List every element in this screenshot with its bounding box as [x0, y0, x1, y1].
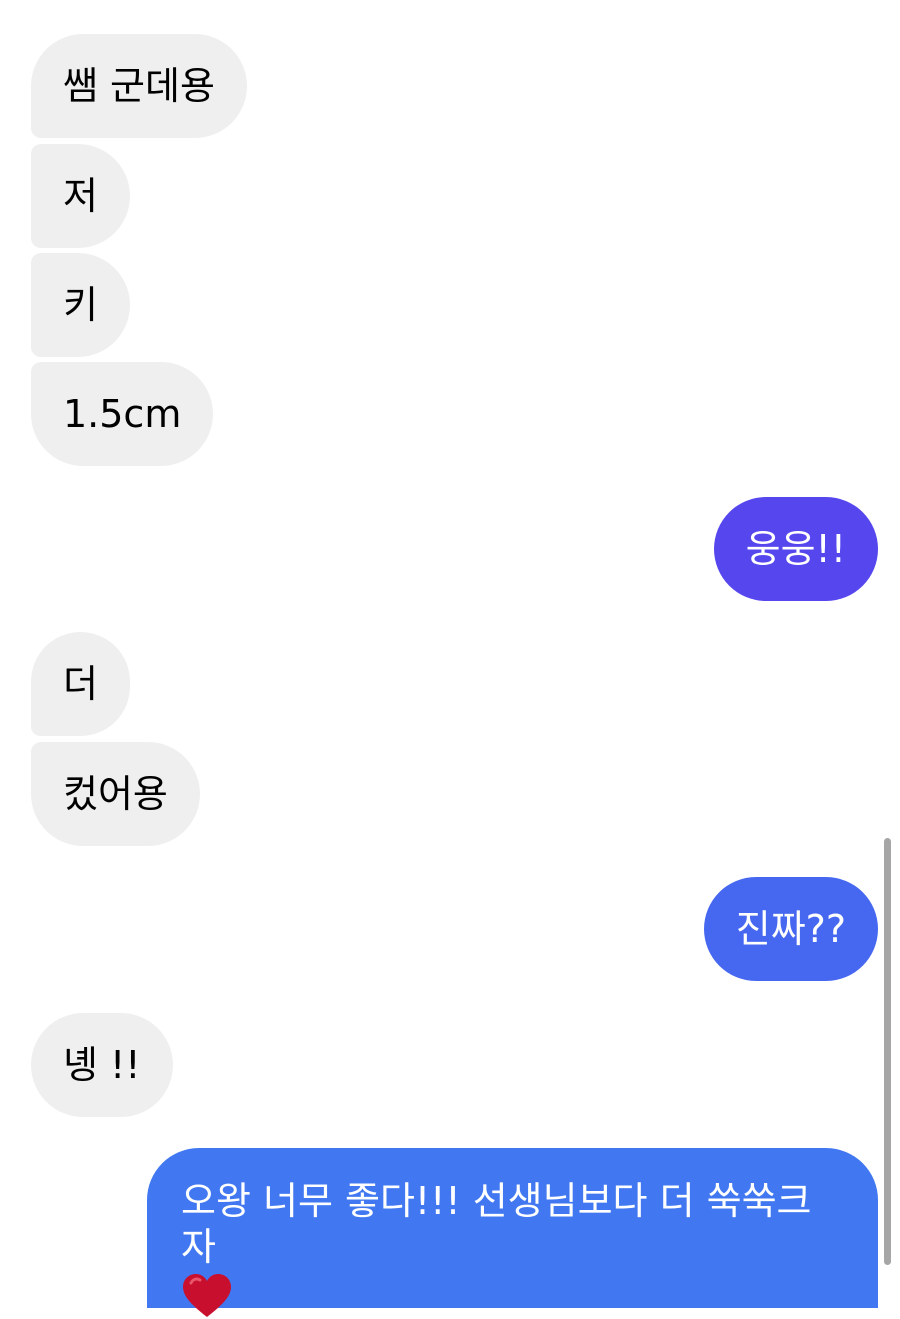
message-text: 진짜??	[735, 907, 846, 951]
scrollbar[interactable]	[884, 838, 891, 1265]
message-content: 오왕 너무 좋다!!! 선생님보다 더 쑥쑥크자	[181, 1178, 844, 1319]
incoming-message-bubble[interactable]: 컸어용	[31, 742, 200, 846]
message-text: 더	[63, 662, 98, 706]
incoming-message-bubble[interactable]: 키	[31, 253, 130, 357]
message-text: 1.5cm	[63, 392, 182, 436]
heart-emoji-icon	[183, 1273, 231, 1317]
outgoing-message-bubble[interactable]: 웅웅!!	[713, 497, 878, 601]
incoming-message-bubble[interactable]: 더	[31, 632, 130, 736]
incoming-message-bubble[interactable]: 1.5cm	[31, 362, 214, 466]
incoming-message-bubble[interactable]: 녱 !!	[31, 1013, 173, 1117]
message-text: 녱 !!	[63, 1043, 141, 1087]
message-text: 오왕 너무 좋다!!! 선생님보다 더 쑥쑥크자	[181, 1179, 812, 1269]
outgoing-message-bubble[interactable]: 오왕 너무 좋다!!! 선생님보다 더 쑥쑥크자	[147, 1148, 878, 1317]
message-text: 저	[63, 174, 98, 218]
message-text: 쌤 군데용	[63, 64, 215, 108]
message-text: 컸어용	[63, 772, 168, 816]
message-text: 키	[63, 283, 98, 327]
incoming-message-bubble[interactable]: 저	[31, 144, 130, 248]
incoming-message-bubble[interactable]: 쌤 군데용	[31, 34, 247, 138]
outgoing-message-bubble[interactable]: 진짜??	[703, 877, 878, 981]
message-text: 웅웅!!	[745, 527, 846, 571]
